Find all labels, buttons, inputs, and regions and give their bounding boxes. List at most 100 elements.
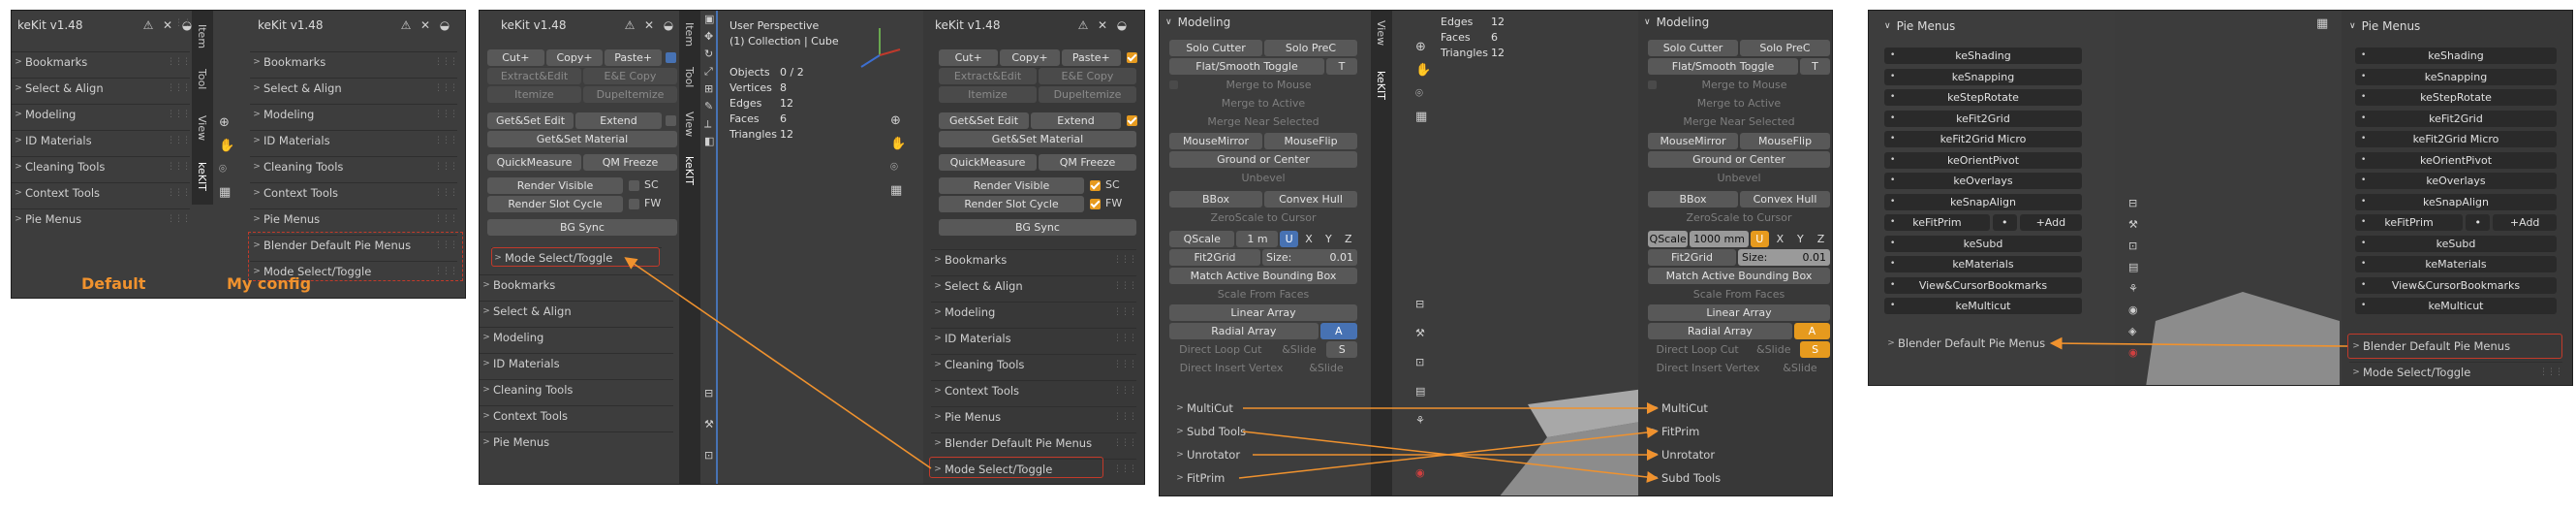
getset-edit-button[interactable]: Get&Set Edit <box>939 112 1029 129</box>
paste-checkbox[interactable] <box>1127 52 1137 63</box>
zoom-icon[interactable]: ⊕ <box>1415 40 1426 54</box>
a-button[interactable]: A <box>1793 323 1830 339</box>
sub-fitprim[interactable]: > FitPrim <box>1648 422 1822 441</box>
merge-near-selected-button[interactable]: Merge Near Selected <box>1648 113 1830 130</box>
drag-grip-icon[interactable]: ⋮⋮⋮ <box>434 136 458 145</box>
pie-item-0[interactable]: • keShading <box>1884 48 2082 64</box>
pie-item-5[interactable]: • keOrientPivot <box>1884 151 2082 169</box>
zeroscale-button[interactable]: ZeroScale to Cursor <box>1169 209 1357 226</box>
close-icon[interactable]: ✕ <box>642 18 656 32</box>
menu-select-align[interactable]: > Select & Align ⋮⋮⋮ <box>250 78 458 97</box>
tab-item[interactable]: Item <box>683 22 696 47</box>
x-button[interactable]: X <box>1300 231 1318 247</box>
measure-icon[interactable]: ⟂ <box>704 117 711 131</box>
menu-cleaning-tools[interactable]: > Cleaning Tools <box>480 379 673 399</box>
drag-grip-icon[interactable]: ⋮⋮⋮ <box>1113 334 1137 343</box>
pie-item-1[interactable]: • keSnapping <box>1884 68 2082 85</box>
tab-view[interactable]: View <box>683 112 696 137</box>
tab-kekit[interactable]: keKIT <box>683 156 696 185</box>
sub-multicut[interactable]: > MultiCut <box>1648 399 1822 418</box>
fit2grid-button[interactable]: Fit2Grid <box>1648 249 1736 266</box>
flat-smooth-toggle-button[interactable]: Flat/Smooth Toggle <box>1648 58 1798 75</box>
extend-button[interactable]: Extend <box>575 112 662 129</box>
convex-hull-button[interactable]: Convex Hull <box>1264 191 1357 208</box>
bullet-toggle[interactable]: • <box>2466 214 2491 231</box>
toggle-icon[interactable]: ⊟ <box>1415 298 1424 310</box>
copy-plus-button[interactable]: Copy+ <box>1000 49 1060 66</box>
cut-plus-button[interactable]: Cut+ <box>939 49 999 66</box>
merge-to-active-button[interactable]: Merge to Active <box>1648 95 1830 112</box>
itemize-button[interactable]: Itemize <box>939 86 1037 103</box>
grid-icon[interactable]: ▦ <box>2316 16 2328 31</box>
tools-icon[interactable]: ⚒ <box>1415 327 1425 339</box>
merge-checkbox[interactable] <box>1169 80 1178 89</box>
slide-button[interactable]: &Slide <box>1749 341 1798 358</box>
match-active-bbox-button[interactable]: Match Active Bounding Box <box>1648 268 1830 284</box>
mode-select-toggle-right[interactable]: > Mode Select/Toggle ⋮⋮⋮ <box>2349 362 2563 381</box>
t-button[interactable]: T <box>1800 58 1830 75</box>
sub-fitprim[interactable]: > FitPrim <box>1173 468 1348 488</box>
ground-center-button[interactable]: Ground or Center <box>1169 151 1357 168</box>
paste-plus-button[interactable]: Paste+ <box>1061 49 1121 66</box>
scale-from-faces-button[interactable]: Scale From Faces <box>1169 286 1357 303</box>
add-button[interactable]: +Add <box>2019 214 2082 231</box>
merge-to-active-button[interactable]: Merge to Active <box>1169 95 1357 112</box>
pie-item-extra-0[interactable]: • keSubd <box>2355 235 2557 252</box>
grid-icon[interactable]: ▦ <box>219 185 231 200</box>
menu-context-tools[interactable]: > Context Tools ⋮⋮⋮ <box>250 182 458 202</box>
pie-item-extra-2[interactable]: • View&CursorBookmarks <box>1884 276 2082 294</box>
pie-item-4[interactable]: • keFit2Grid Micro <box>2355 131 2557 147</box>
world-icon[interactable]: ◉ <box>1415 466 1425 479</box>
quickmeasure-button[interactable]: QuickMeasure <box>939 154 1037 171</box>
menu-cleaning-tools[interactable]: > Cleaning Tools ⋮⋮⋮ <box>931 354 1137 373</box>
drag-grip-icon[interactable]: ⋮⋮⋮ <box>1113 412 1137 422</box>
menu-id-materials[interactable]: > ID Materials ⋮⋮⋮ <box>250 130 458 149</box>
bullet-toggle[interactable]: • <box>1992 214 2017 231</box>
tab-tool[interactable]: Tool <box>683 67 696 87</box>
sc-checkbox[interactable] <box>1090 180 1101 191</box>
linear-array-button[interactable]: Linear Array <box>1648 304 1830 321</box>
annotate-icon[interactable]: ✎ <box>704 100 713 112</box>
tab-kekit[interactable]: keKIT <box>196 162 208 191</box>
drag-grip-icon[interactable]: ⋮⋮⋮ <box>434 57 458 67</box>
qscale-value[interactable]: 1000 mm <box>1690 231 1749 247</box>
qscale-button[interactable]: QScale <box>1169 231 1235 247</box>
s-button[interactable]: S <box>1800 341 1830 358</box>
tab-view[interactable]: View <box>1375 20 1387 46</box>
menu-id-materials[interactable]: > ID Materials ⋮⋮⋮ <box>12 130 191 149</box>
a-button[interactable]: A <box>1319 323 1357 339</box>
drag-grip-icon[interactable]: ⋮⋮⋮ <box>434 83 458 93</box>
s-button[interactable]: S <box>1326 341 1358 358</box>
sub-subd-tools[interactable]: > Subd Tools <box>1173 422 1348 441</box>
drag-grip-icon[interactable]: ⋮⋮⋮ <box>167 83 191 93</box>
drag-grip-icon[interactable]: ⋮⋮⋮ <box>1113 281 1137 291</box>
z-button[interactable]: Z <box>1812 231 1830 247</box>
getset-material-button[interactable]: Get&Set Material <box>487 131 677 147</box>
qm-freeze-button[interactable]: QM Freeze <box>583 154 677 171</box>
preset-icon[interactable]: ◒ <box>438 18 451 32</box>
render-slot-cycle-button[interactable]: Render Slot Cycle <box>487 196 623 212</box>
extend-button[interactable]: Extend <box>1031 112 1121 129</box>
chevron-down-icon[interactable]: ∨ <box>2349 21 2356 31</box>
menu-bookmarks[interactable]: > Bookmarks <box>480 274 673 294</box>
menu-modeling[interactable]: > Modeling ⋮⋮⋮ <box>250 104 458 123</box>
pie-item-4[interactable]: • keFit2Grid Micro <box>1884 131 2082 147</box>
output-icon[interactable]: ▤ <box>2128 261 2138 273</box>
menu-modeling[interactable]: > Modeling <box>480 327 673 346</box>
quickmeasure-button[interactable]: QuickMeasure <box>487 154 581 171</box>
slide-button-2[interactable]: &Slide <box>1770 360 1830 376</box>
convex-hull-button[interactable]: Convex Hull <box>1740 191 1830 208</box>
menu-modeling[interactable]: > Modeling ⋮⋮⋮ <box>931 302 1137 321</box>
drag-grip-icon[interactable]: ⋮⋮⋮ <box>1113 255 1137 265</box>
tab-view[interactable]: View <box>196 115 208 141</box>
preset-icon[interactable]: ◒ <box>1115 18 1129 32</box>
close-icon[interactable]: ✕ <box>1096 18 1109 32</box>
output-icon[interactable]: ▤ <box>1415 385 1425 398</box>
preset-icon[interactable]: ◒ <box>662 18 675 32</box>
tab-item[interactable]: Item <box>196 24 208 48</box>
cursor-icon[interactable]: ▣ <box>704 13 714 25</box>
world-icon[interactable]: ◉ <box>2128 303 2138 316</box>
qscale-button[interactable]: QScale <box>1648 231 1689 247</box>
pie-item-3[interactable]: • keFit2Grid <box>2355 110 2557 127</box>
drag-grip-icon[interactable]: ⋮⋮⋮ <box>167 162 191 172</box>
